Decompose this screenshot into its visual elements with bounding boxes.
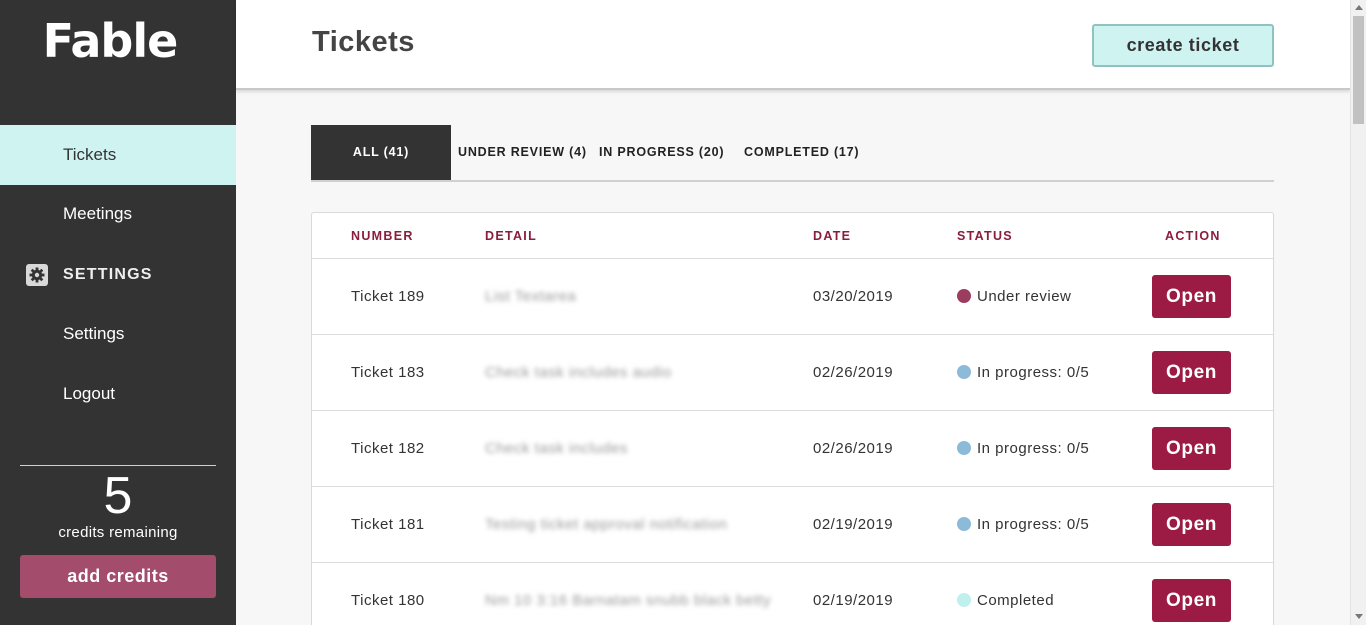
ticket-status: Under review — [977, 288, 1072, 305]
column-header-number: NUMBER — [351, 229, 414, 243]
gear-icon — [26, 264, 48, 286]
column-header-action: ACTION — [1165, 229, 1221, 243]
create-ticket-button[interactable]: create ticket — [1092, 24, 1274, 67]
credits-count: 5 — [103, 467, 133, 525]
sidebar-section-label: SETTINGS — [63, 266, 153, 283]
scroll-up-arrow-icon[interactable] — [1355, 5, 1363, 10]
table-row: Ticket 189 List Textarea 03/20/2019 Unde… — [312, 258, 1273, 334]
scroll-down-arrow-icon[interactable] — [1355, 614, 1363, 619]
ticket-detail: Check task includes — [485, 440, 628, 457]
table-row: Ticket 181 Testing ticket approval notif… — [312, 486, 1273, 562]
status-dot-icon — [957, 593, 971, 607]
sidebar-item-logout[interactable]: Logout — [0, 364, 236, 424]
tab-all[interactable]: ALL (41) — [311, 125, 451, 180]
tickets-table: NUMBER DETAIL DATE STATUS ACTION Ticket … — [311, 212, 1274, 625]
column-header-date: DATE — [813, 229, 852, 243]
page-title: Tickets — [312, 26, 415, 58]
table-row: Ticket 183 Check task includes audio 02/… — [312, 334, 1273, 410]
open-ticket-button[interactable]: Open — [1152, 579, 1231, 622]
sidebar-item-meetings[interactable]: Meetings — [0, 184, 236, 244]
tab-completed[interactable]: COMPLETED (17) — [744, 125, 859, 180]
open-ticket-button[interactable]: Open — [1152, 275, 1231, 318]
scrollbar-thumb[interactable] — [1353, 16, 1364, 124]
ticket-detail: Nm 10 3:16 Barnatam snubb black betty — [485, 592, 772, 609]
ticket-date: 02/26/2019 — [813, 364, 894, 381]
ticket-date: 02/19/2019 — [813, 516, 894, 533]
credits-label: credits remaining — [58, 524, 178, 541]
table-row: Ticket 182 Check task includes 02/26/201… — [312, 410, 1273, 486]
ticket-number: Ticket 181 — [351, 516, 425, 533]
ticket-date: 02/19/2019 — [813, 592, 894, 609]
ticket-detail: Testing ticket approval notification — [485, 516, 728, 533]
ticket-date: 02/26/2019 — [813, 440, 894, 457]
status-dot-icon — [957, 289, 971, 303]
page-scrollbar[interactable] — [1350, 0, 1366, 625]
status-dot-icon — [957, 517, 971, 531]
ticket-date: 03/20/2019 — [813, 288, 894, 305]
ticket-number: Ticket 189 — [351, 288, 425, 305]
app-logo: Fable — [42, 14, 179, 68]
open-ticket-button[interactable]: Open — [1152, 503, 1231, 546]
tab-under-review[interactable]: UNDER REVIEW (4) — [458, 125, 587, 180]
ticket-status: In progress: 0/5 — [977, 516, 1090, 533]
sidebar-item-tickets[interactable]: Tickets — [0, 125, 236, 185]
table-row: Ticket 180 Nm 10 3:16 Barnatam snubb bla… — [312, 562, 1273, 625]
sidebar: Fable Tickets Meetings SETTINGS Settings… — [0, 0, 236, 625]
column-header-detail: DETAIL — [485, 229, 538, 243]
status-dot-icon — [957, 365, 971, 379]
ticket-status: Completed — [977, 592, 1055, 609]
tab-in-progress[interactable]: IN PROGRESS (20) — [599, 125, 724, 180]
sidebar-item-settings[interactable]: Settings — [0, 304, 236, 364]
add-credits-button[interactable]: add credits — [20, 555, 216, 598]
ticket-status: In progress: 0/5 — [977, 440, 1090, 457]
page-header: Tickets create ticket — [236, 0, 1350, 90]
status-tabs: ALL (41) UNDER REVIEW (4) IN PROGRESS (2… — [311, 125, 1274, 182]
ticket-detail: Check task includes audio — [485, 364, 672, 381]
ticket-number: Ticket 182 — [351, 440, 425, 457]
ticket-number: Ticket 183 — [351, 364, 425, 381]
open-ticket-button[interactable]: Open — [1152, 351, 1231, 394]
ticket-number: Ticket 180 — [351, 592, 425, 609]
column-header-status: STATUS — [957, 229, 1013, 243]
sidebar-divider — [20, 465, 216, 466]
open-ticket-button[interactable]: Open — [1152, 427, 1231, 470]
sidebar-section-settings: SETTINGS — [0, 245, 236, 305]
ticket-detail: List Textarea — [485, 288, 577, 305]
status-dot-icon — [957, 441, 971, 455]
ticket-status: In progress: 0/5 — [977, 364, 1090, 381]
